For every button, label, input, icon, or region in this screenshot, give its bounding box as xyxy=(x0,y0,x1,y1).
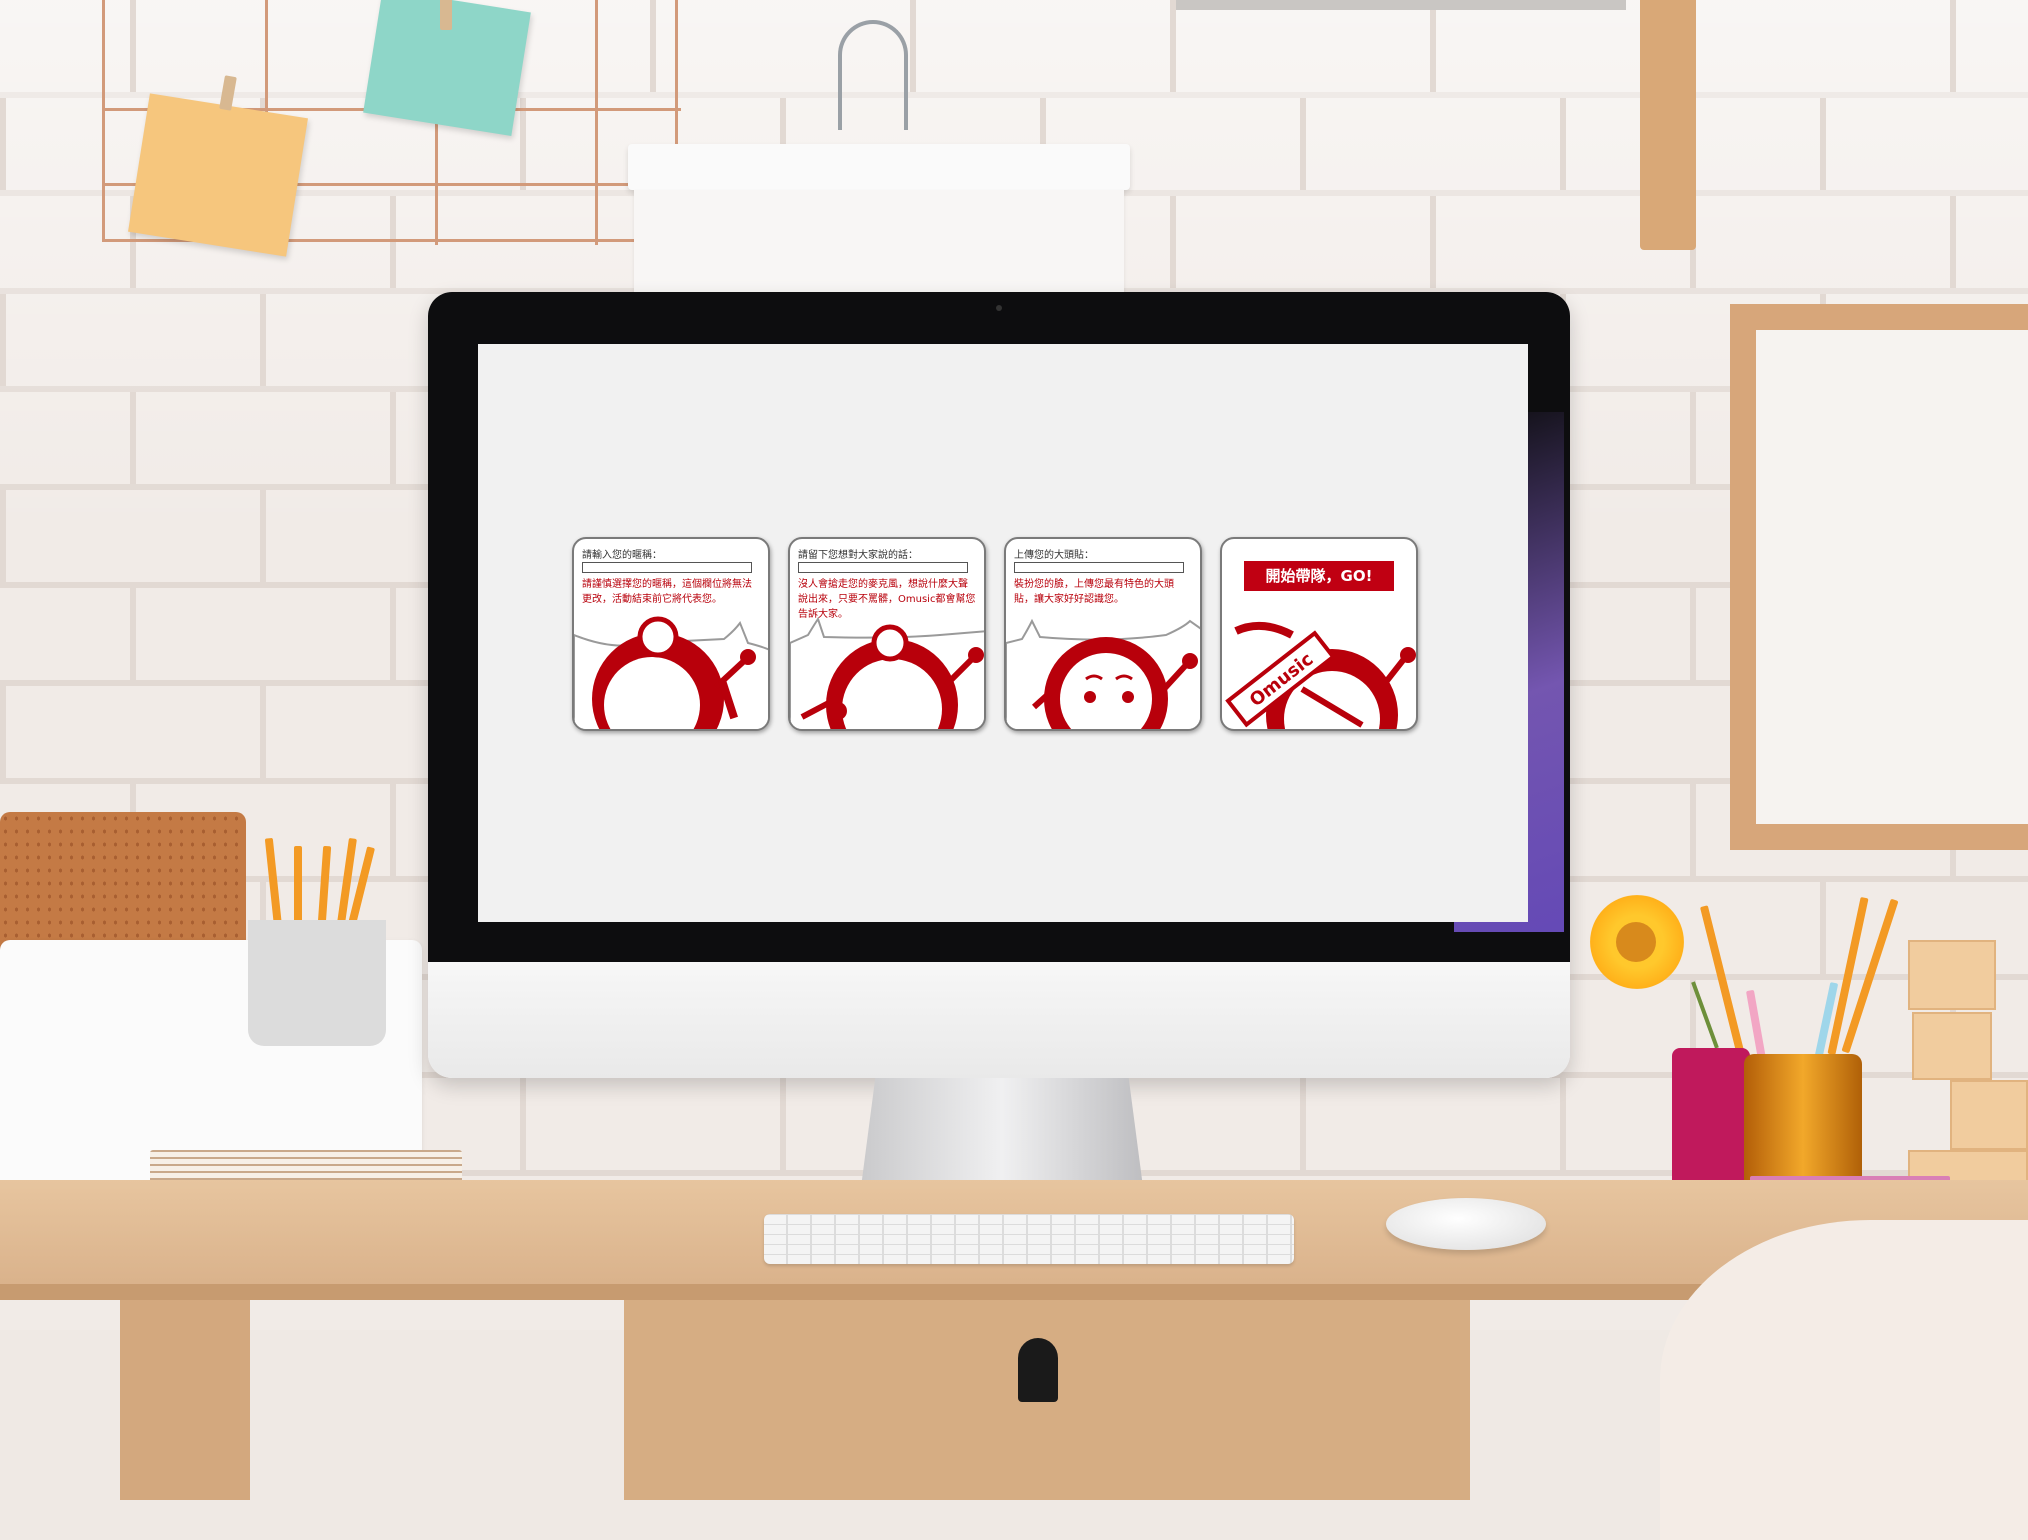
message-description: 沒人會搶走您的麥克風，想說什麼大聲說出來，只要不罵髒，Omusic都會幫您告訴大… xyxy=(798,579,976,620)
flower-center xyxy=(1616,922,1656,962)
webcam-icon xyxy=(996,305,1002,311)
wooden-block xyxy=(1908,940,1996,1010)
signup-steps: 請輸入您的暱稱： 請謹慎選擇您的暱稱，這個欄位將無法更改，活動結束前它將代表您。… xyxy=(572,537,1434,733)
keyboard xyxy=(764,1214,1294,1264)
wooden-block xyxy=(1912,1012,1992,1080)
picture-frame xyxy=(1730,304,2028,850)
message-prompt: 請留下您想對大家說的話： xyxy=(798,550,918,561)
message-input[interactable] xyxy=(798,562,968,573)
start-go-button[interactable]: 開始帶隊，GO! xyxy=(1244,561,1394,591)
mouse xyxy=(1386,1198,1546,1250)
nickname-input[interactable] xyxy=(582,562,752,573)
step-card-message: 請留下您想對大家說的話： 沒人會搶走您的麥克風，想說什麼大聲說出來，只要不罵髒，… xyxy=(788,537,986,731)
avatar-description: 裝扮您的臉，上傳您最有特色的大頭貼，讓大家好好認識您。 xyxy=(1014,579,1174,605)
monitor-chin xyxy=(428,962,1570,1078)
avatar-upload-field[interactable] xyxy=(1014,562,1184,573)
shelf-bracket xyxy=(1640,0,1696,250)
hanger xyxy=(628,144,1130,190)
drawer-handle xyxy=(1018,1338,1058,1402)
shelf xyxy=(1176,0,1626,10)
step-card-start: Omusic 開始帶隊，GO! xyxy=(1220,537,1418,731)
hanging-print xyxy=(634,190,1124,298)
wooden-block xyxy=(1950,1080,2028,1150)
picture-frame-mat xyxy=(1756,330,2028,824)
pencil-cup xyxy=(248,920,386,1046)
nickname-prompt: 請輸入您的暱稱： xyxy=(582,550,662,561)
step-card-avatar: 上傳您的大頭貼： 裝扮您的臉，上傳您最有特色的大頭貼，讓大家好好認識您。 xyxy=(1004,537,1202,731)
avatar-prompt: 上傳您的大頭貼： xyxy=(1014,550,1094,561)
app-screen: 請輸入您的暱稱： 請謹慎選擇您的暱稱，這個欄位將無法更改，活動結束前它將代表您。… xyxy=(478,344,1528,922)
hanger-hook xyxy=(838,20,908,130)
sticky-note xyxy=(128,93,308,257)
clothespin xyxy=(440,0,452,30)
nickname-description: 請謹慎選擇您的暱稱，這個欄位將無法更改，活動結束前它將代表您。 xyxy=(582,579,752,605)
step-card-nickname: 請輸入您的暱稱： 請謹慎選擇您的暱稱，這個欄位將無法更改，活動結束前它將代表您。 xyxy=(572,537,770,731)
desk-leg xyxy=(120,1300,250,1500)
